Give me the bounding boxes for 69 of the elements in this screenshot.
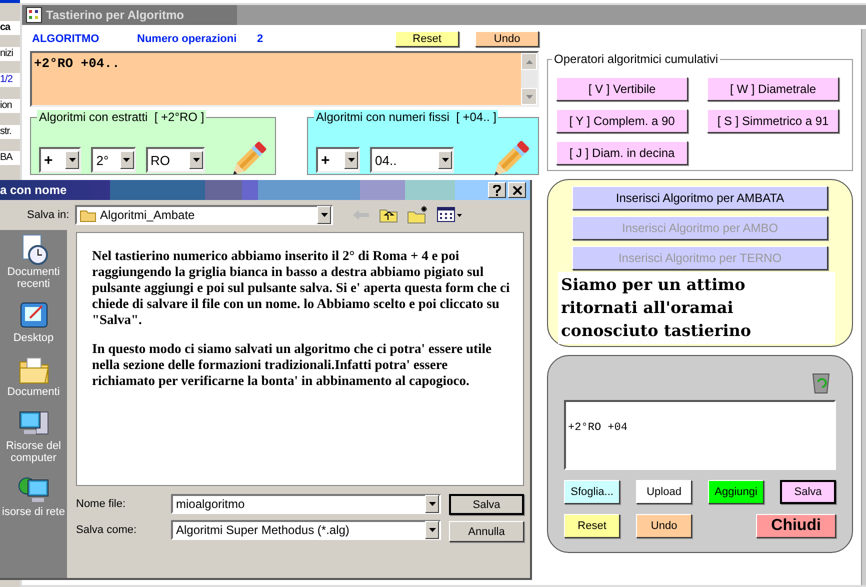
panel-button[interactable]: Undo xyxy=(636,514,692,538)
up-folder-icon[interactable] xyxy=(379,207,399,223)
dialog-title: a con nome xyxy=(0,183,67,197)
background-window-text: nizi xyxy=(0,47,20,61)
combo-box[interactable]: 2° xyxy=(91,147,136,173)
insert-button[interactable]: Inserisci Algoritmo per AMBATA xyxy=(572,186,828,210)
caret-icon[interactable] xyxy=(428,502,436,506)
place-item[interactable]: Documenti recenti xyxy=(0,234,67,290)
new-folder-icon[interactable] xyxy=(407,206,429,224)
panel-button[interactable]: Aggiungi xyxy=(708,480,764,504)
panel-button[interactable]: Upload xyxy=(636,480,692,504)
operations-label: Numero operazioni xyxy=(137,33,238,45)
folder-combo[interactable]: Algoritmi_Ambate xyxy=(75,205,333,225)
field-label: Nome file: xyxy=(76,498,127,510)
background-window-text: ca xyxy=(0,21,20,35)
caret-icon[interactable] xyxy=(320,213,328,217)
combo-box[interactable]: + xyxy=(39,147,82,173)
caret-icon[interactable] xyxy=(442,158,449,162)
dialog-button[interactable]: Annulla xyxy=(449,521,524,542)
operator-button[interactable]: [ J ] Diam. in decina xyxy=(556,141,688,165)
header-button[interactable]: Reset xyxy=(395,31,460,47)
background-window-text: 1/2 xyxy=(0,73,20,87)
group-title: Operatori algoritmici cumulativi xyxy=(552,52,720,66)
combo-box[interactable]: RO xyxy=(146,147,206,173)
combo-box[interactable]: 04.. xyxy=(370,147,454,173)
combo-field[interactable]: mioalgoritmo xyxy=(171,494,441,514)
close-icon[interactable] xyxy=(508,182,526,198)
caret-icon[interactable] xyxy=(428,528,436,532)
grid-icon xyxy=(26,7,42,23)
place-item[interactable]: Risorse del computer xyxy=(0,408,67,464)
algorithm-label: ALGORITMO xyxy=(32,33,100,45)
message-paragraph: In questo modo ci siamo salvati un algoritmo che ci potra' essere utile nella sezione delle formazioni tradizionali.Infatti potra' essere richiamato per verificarne la bonta' in abbinamento al capogioco. xyxy=(92,341,492,389)
group-title: Algoritmi con numeri fissi [ +04.. ] xyxy=(314,110,498,124)
caret-icon[interactable] xyxy=(348,158,355,162)
background-window-text: ion xyxy=(0,99,20,113)
algorithm-list[interactable]: +2°RO +04 xyxy=(564,400,836,470)
file-list[interactable] xyxy=(76,232,524,486)
question-mark-icon xyxy=(493,184,501,196)
message-paragraph: Nel tastierino numerico abbiamo inserito il 2° di Roma + 4 e poi raggiungendo la griglia bianca in basso a destra abbiamo pigiato sul pulsante aggiungi e poi sul pulsante salva. Si e' aperta questa form che ci chiede di salvare il file con un nome. lo Abbiamo scelto e poi cliccato su "Salva". xyxy=(92,248,511,328)
close-button[interactable]: Chiudi xyxy=(756,514,836,538)
place-item[interactable]: Documenti xyxy=(0,354,67,398)
background-window-text: BA xyxy=(0,151,20,165)
note-text: Siamo per un attimo ritornati all'oramai conosciuto tastierino xyxy=(558,272,836,344)
folder-icon xyxy=(80,208,96,222)
operator-button[interactable]: [ Y ] Complem. a 90 xyxy=(556,109,688,133)
panel-button[interactable]: Sfoglia... xyxy=(564,480,620,504)
save-in-label: Salva in: xyxy=(27,209,70,221)
view-menu-icon[interactable] xyxy=(437,207,463,223)
header-button[interactable]: Undo xyxy=(475,31,540,47)
caret-icon[interactable] xyxy=(123,158,130,162)
place-item[interactable]: Desktop xyxy=(0,300,67,344)
field-label: Salva come: xyxy=(76,524,138,536)
panel-button[interactable]: Reset xyxy=(564,514,620,538)
window-title: Tastierino per Algoritmo xyxy=(46,8,184,22)
combo-field[interactable]: Algoritmi Super Methodus (*.alg) xyxy=(171,520,441,540)
caret-icon[interactable] xyxy=(68,158,76,162)
panel-button[interactable]: Salva xyxy=(780,480,836,504)
help-button[interactable] xyxy=(488,182,506,198)
group-title: Algoritmi con estratti [ +2°RO ] xyxy=(37,110,206,124)
place-item[interactable]: isorse di rete xyxy=(0,474,67,518)
operator-button[interactable]: [ V ] Vertibile xyxy=(556,77,688,101)
algorithm-text-area[interactable]: +2°RO +04.. xyxy=(30,51,540,107)
caret-icon[interactable] xyxy=(192,158,200,162)
combo-box[interactable]: + xyxy=(316,147,360,173)
operations-count: 2 xyxy=(257,33,264,45)
background-window-text: str. xyxy=(0,125,20,139)
dialog-button[interactable]: Salva xyxy=(449,494,524,515)
operator-button[interactable]: [ S ] Simmetrico a 91 xyxy=(707,109,840,133)
operator-button[interactable]: [ W ] Diametrale xyxy=(707,77,840,101)
